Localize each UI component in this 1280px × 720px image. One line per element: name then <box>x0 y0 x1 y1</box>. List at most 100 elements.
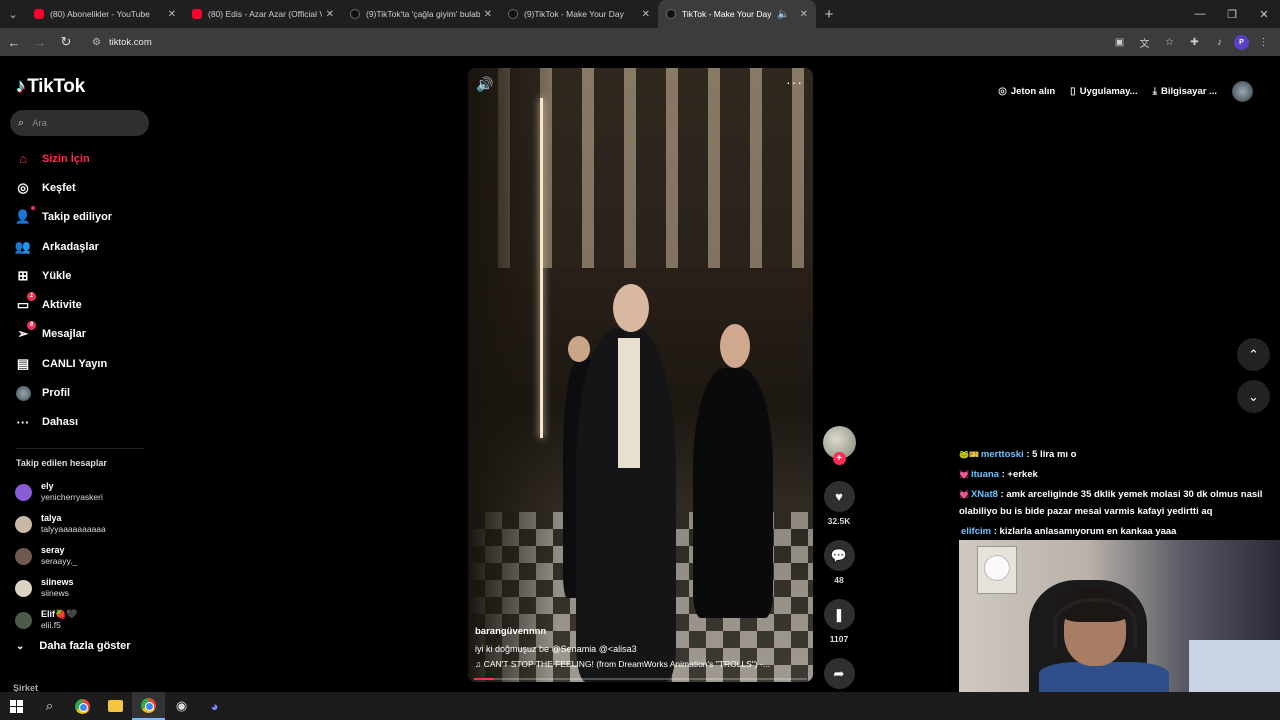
bookmark-icon[interactable]: ❚ <box>823 599 855 630</box>
search-input[interactable]: ⌕ Ara <box>10 110 149 136</box>
sidebar-item-following[interactable]: 👤 Takip ediliyor <box>14 203 154 232</box>
address-bar[interactable]: ⚙ tiktok.com <box>84 31 1124 53</box>
video-author[interactable]: barangüvennnn <box>475 626 546 637</box>
sidebar-item-label: Profil <box>42 387 71 400</box>
video-player[interactable]: 🔊 ··· barangüvennnn iyi ki doğmuşuz be @… <box>468 68 813 682</box>
heart-icon[interactable]: ♥ <box>823 481 855 512</box>
sidebar-item-explore[interactable]: ◎ Keşfet <box>14 173 154 202</box>
close-icon[interactable]: ✕ <box>642 9 650 20</box>
follow-plus-icon[interactable]: + <box>832 452 846 465</box>
tab-search-chevron-icon[interactable]: ⌄ <box>0 0 26 28</box>
account-item[interactable]: ely yenicherryaskeri <box>15 476 155 508</box>
site-settings-icon[interactable]: ⚙ <box>92 37 101 48</box>
reload-icon[interactable]: ↻ <box>54 30 78 54</box>
media-controls-icon[interactable]: ♪ <box>1209 32 1230 53</box>
account-handle: talyyaaaaaaaaaa <box>41 524 106 534</box>
chrome-icon[interactable] <box>66 692 99 720</box>
get-coins-button[interactable]: ◎ Jeton alın <box>998 86 1055 97</box>
video-person-head <box>568 336 590 362</box>
close-icon[interactable]: ✕ <box>800 9 808 20</box>
sidebar-item-live[interactable]: ▤ CANLI Yayın <box>14 349 154 378</box>
account-item[interactable]: Elif🍓🖤 elii.f5 <box>15 604 155 636</box>
avatar <box>15 579 32 597</box>
screen-cast-icon[interactable]: ▣ <box>1109 32 1130 53</box>
video-music[interactable]: ♫ CAN'T STOP THE FEELING! (from DreamWor… <box>475 659 805 669</box>
discord-icon[interactable]: ◕ <box>198 692 231 720</box>
tab-title: (80) Edis - Azar Azar (Official Vi <box>208 9 322 19</box>
sidebar-item-label: Takip ediliyor <box>42 211 113 224</box>
forward-arrow-icon[interactable]: → <box>28 30 52 54</box>
close-window-icon[interactable]: ✕ <box>1248 0 1280 28</box>
desktop-app-button[interactable]: ⤓ Bilgisayar ... <box>1153 86 1217 97</box>
browser-toolbar: ← → ↻ ⚙ tiktok.com ▣ 文 ☆ ✚ ♪ P ⋮ <box>0 28 1280 56</box>
sidebar-item-profile[interactable]: Profil <box>14 378 154 407</box>
previous-video-button[interactable]: ⌃ <box>1237 338 1270 371</box>
sidebar-item-for-you[interactable]: ⌂ Sizin İçin <box>14 144 154 173</box>
account-handle: yenicherryaskeri <box>41 492 103 502</box>
browser-tab[interactable]: (9)TikTok'ta 'çağla giyim' bulab ✕ <box>342 0 500 28</box>
phone-icon: ▯ <box>1070 85 1076 97</box>
youtube-icon <box>192 9 202 19</box>
sidebar-item-upload[interactable]: ⊞ Yükle <box>14 261 154 290</box>
close-icon[interactable]: ✕ <box>168 9 176 20</box>
account-item[interactable]: siinews siinews <box>15 572 155 604</box>
restore-icon[interactable]: ❐ <box>1216 0 1248 28</box>
company-link[interactable]: Şirket <box>13 683 38 692</box>
sidebar-item-friends[interactable]: 👥 Arkadaşlar <box>14 232 154 261</box>
account-item[interactable]: talya talyyaaaaaaaaaa <box>15 508 155 540</box>
share-action[interactable]: ➦ 586 <box>821 658 857 692</box>
avatar <box>15 547 32 565</box>
chrome-active-icon[interactable] <box>132 692 165 720</box>
coin-icon: ◎ <box>998 85 1007 97</box>
speaker-icon[interactable]: 🔈 <box>777 9 789 20</box>
close-icon[interactable]: ✕ <box>484 9 492 20</box>
bookmark-star-icon[interactable]: ☆ <box>1159 32 1180 53</box>
creator-avatar[interactable]: + <box>822 426 856 465</box>
chat-text: : 5 lira mı o <box>1023 449 1077 460</box>
file-explorer-icon[interactable] <box>99 692 132 720</box>
share-arrow-icon[interactable]: ➦ <box>823 658 855 689</box>
header-actions: ◎ Jeton alın ▯ Uygulamay... ⤓ Bilgisayar… <box>998 76 1280 106</box>
save-action[interactable]: ❚ 1107 <box>821 599 857 644</box>
more-options-icon[interactable]: ··· <box>786 74 803 90</box>
sidebar-item-more[interactable]: ··· Dahası <box>14 408 154 437</box>
comment-icon[interactable]: 💬 <box>823 540 855 571</box>
next-video-button[interactable]: ⌄ <box>1237 380 1270 413</box>
sidebar-item-activity[interactable]: ▭ 1 Aktivite <box>14 290 154 319</box>
like-action[interactable]: ♥ 32.5K <box>821 481 857 526</box>
menu-dots-icon[interactable]: ⋮ <box>1253 32 1274 53</box>
minimize-icon[interactable]: — <box>1184 0 1216 28</box>
video-progress-bar[interactable] <box>474 678 807 680</box>
get-app-button[interactable]: ▯ Uygulamay... <box>1070 86 1137 97</box>
profile-avatar[interactable]: P <box>1234 34 1249 50</box>
account-item[interactable]: seray seraayy._ <box>15 540 155 572</box>
close-icon[interactable]: ✕ <box>326 9 334 20</box>
get-coins-label: Jeton alın <box>1010 85 1056 97</box>
tiktok-logo[interactable]: ♪ TikTok <box>16 76 85 98</box>
chat-username: XNat8 <box>970 489 998 500</box>
windows-start-button[interactable] <box>0 692 33 720</box>
back-arrow-icon[interactable]: ← <box>2 30 26 54</box>
comment-action[interactable]: 💬 48 <box>821 540 857 585</box>
search-icon: ⌕ <box>18 116 25 129</box>
show-more-button[interactable]: ⌄ Daha fazla göster <box>16 640 130 652</box>
profile-avatar-icon <box>14 385 32 402</box>
browser-tab[interactable]: (80) Edis - Azar Azar (Official Vi ✕ <box>184 0 342 28</box>
sidebar-item-messages[interactable]: ➢ 8 Mesajlar <box>14 320 154 349</box>
volume-icon[interactable]: 🔊 <box>476 76 493 93</box>
activity-badge: 1 <box>27 292 36 302</box>
tab-title: (9)TikTok'ta 'çağla giyim' bulab <box>366 9 480 19</box>
browser-tab[interactable]: (80) Abonelikler - YouTube ✕ <box>26 0 184 28</box>
new-tab-button[interactable]: + <box>816 6 842 23</box>
extensions-icon[interactable]: ✚ <box>1184 32 1205 53</box>
stream-app-icon[interactable]: ◉ <box>165 692 198 720</box>
account-handle: siinews <box>41 588 69 598</box>
browser-tab[interactable]: (9)TikTok - Make Your Day ✕ <box>500 0 658 28</box>
browser-tab-active[interactable]: TikTok - Make Your Day 🔈 ✕ <box>658 0 816 28</box>
user-avatar[interactable] <box>1232 80 1253 102</box>
stream-chat-overlay: 🐸🎫 merttoski : 5 lira mı o 💓 ituana : +erk… <box>959 446 1275 543</box>
translate-icon[interactable]: 文 <box>1134 32 1155 53</box>
search-icon[interactable]: ⌕ <box>33 692 66 720</box>
account-handle: elii.f5 <box>41 620 61 630</box>
video-person-shirt <box>618 338 640 468</box>
